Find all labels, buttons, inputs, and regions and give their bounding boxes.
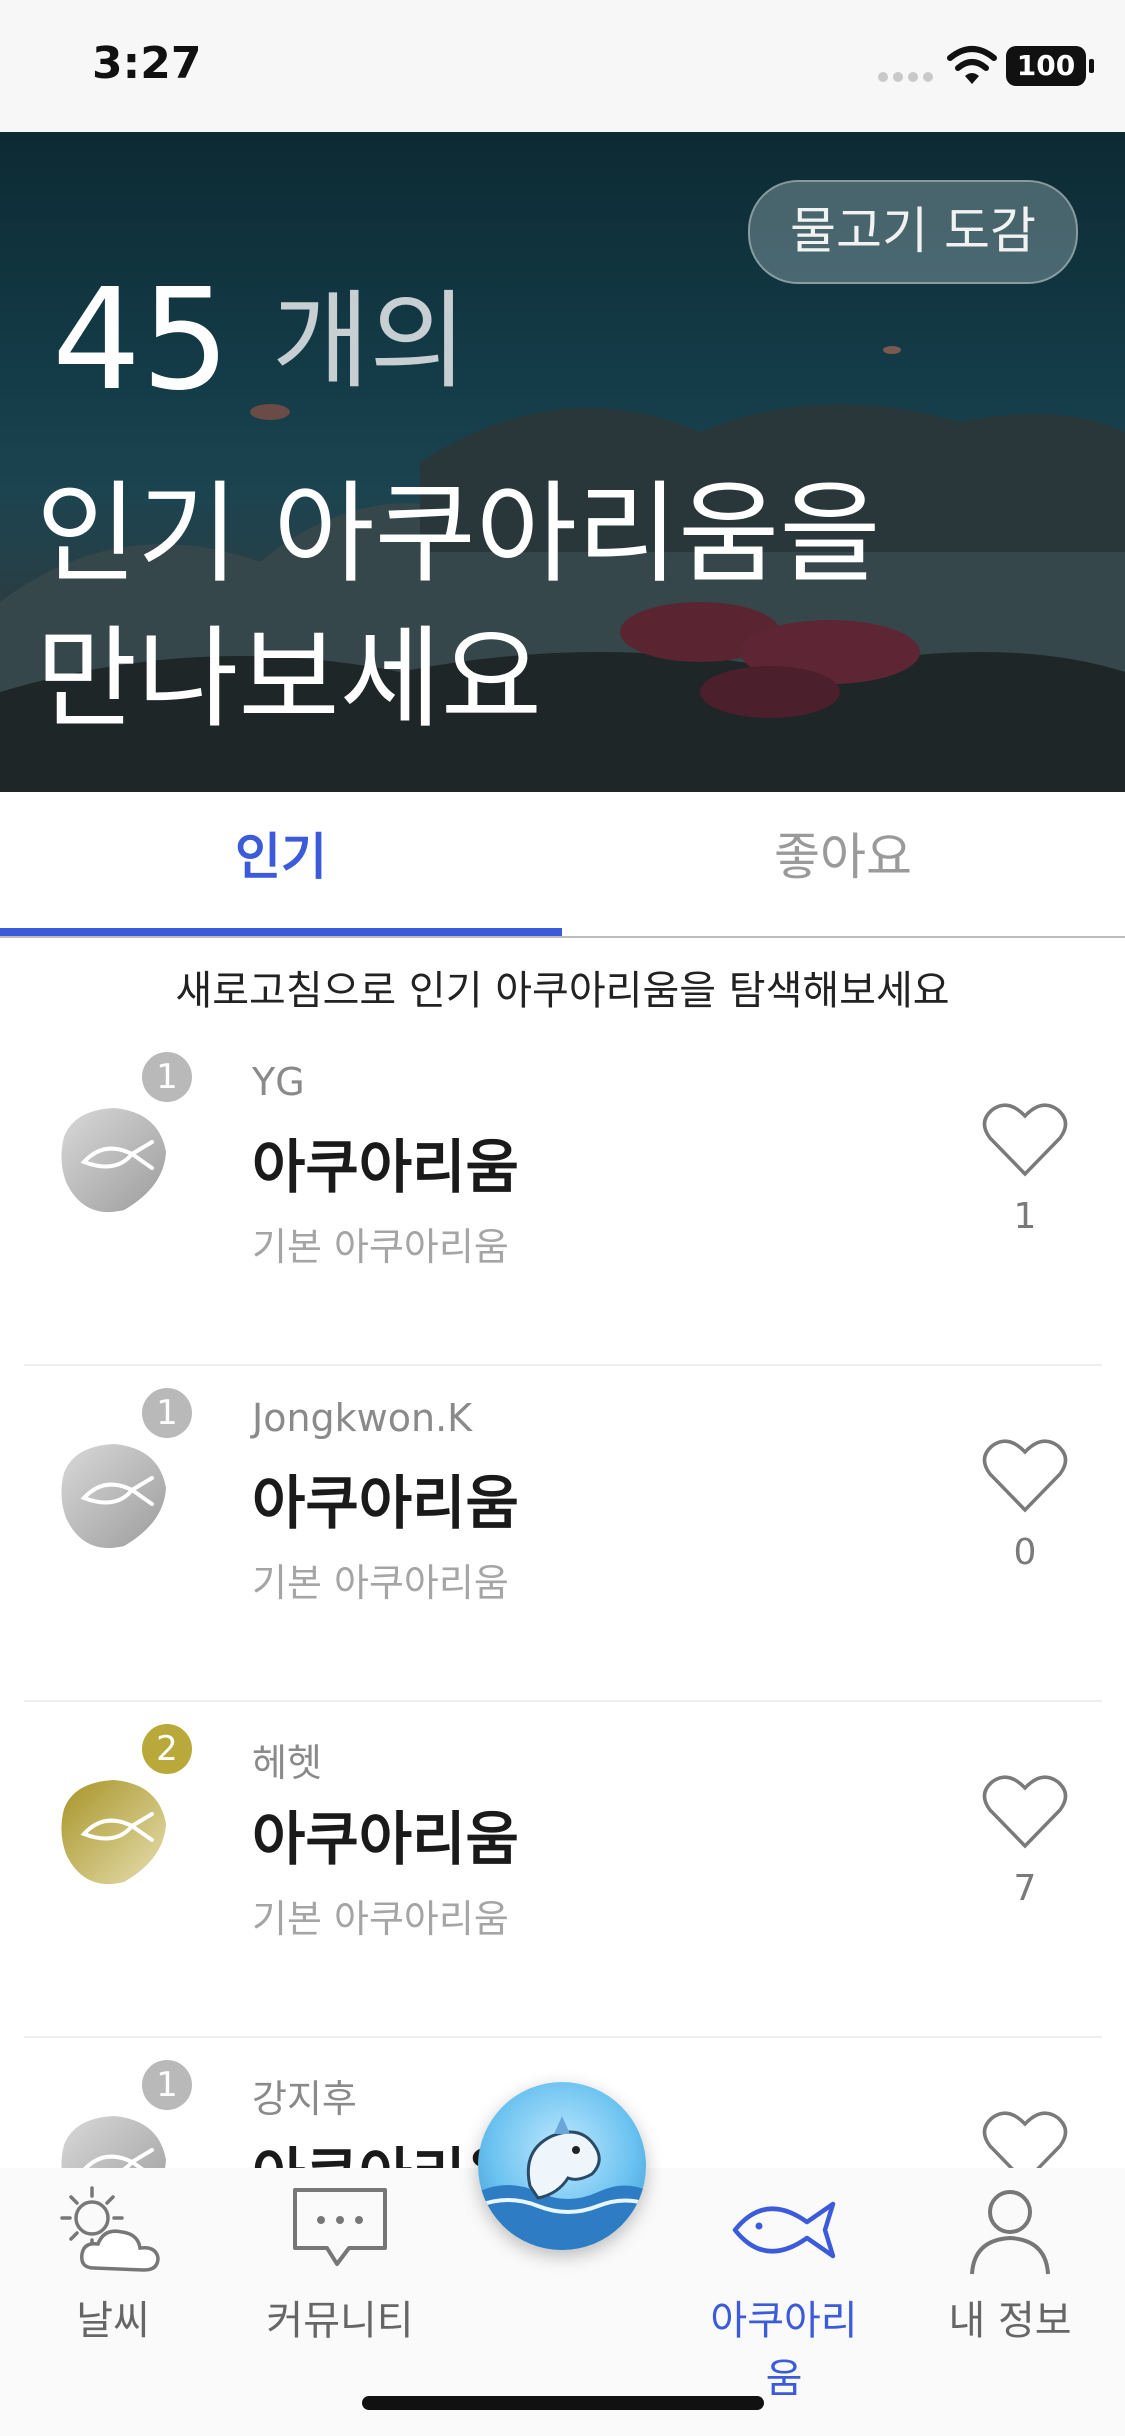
aquarium-type: 기본 아쿠아리움 <box>252 1225 509 1269</box>
heart-icon[interactable] <box>982 1772 1068 1850</box>
battery-icon: 100 <box>1006 46 1094 86</box>
rank-badge: 1 <box>142 2060 192 2110</box>
fish-badge-icon <box>61 1780 166 1885</box>
rank-badge: 1 <box>142 1052 192 1102</box>
nav-community-label: 커뮤니티 <box>266 2298 414 2344</box>
home-indicator <box>362 2396 764 2410</box>
aquarium-type: 기본 아쿠아리움 <box>252 1561 509 1605</box>
heart-icon[interactable] <box>982 1436 1068 1514</box>
aquarium-count-unit: 개의 <box>272 280 468 403</box>
list-item[interactable]: 1 YG 아쿠아리움 기본 아쿠아리움 1 <box>0 1030 1125 1366</box>
status-time: 3:27 <box>92 38 202 89</box>
nav-my-info-label: 내 정보 <box>948 2298 1072 2344</box>
nav-community[interactable]: 커뮤니티 <box>254 2182 426 2346</box>
cellular-signal-icon <box>878 72 934 84</box>
owner-name: 강지후 <box>252 2077 357 2121</box>
rank-badge: 2 <box>142 1724 192 1774</box>
wifi-icon <box>947 46 997 84</box>
nav-my-info[interactable]: 내 정보 <box>940 2182 1080 2346</box>
aquarium-count: 45 <box>52 259 231 422</box>
nav-aquarium[interactable]: 아쿠아리움 <box>700 2182 868 2404</box>
aquarium-name: 아쿠아리움 <box>252 1805 519 1873</box>
chat-bubble-icon <box>293 2188 387 2266</box>
aquarium-name: 아쿠아리움 <box>252 1133 519 1201</box>
aquarium-type: 기본 아쿠아리움 <box>252 1897 509 1941</box>
nav-weather[interactable]: 날씨 <box>44 2182 182 2346</box>
profile-icon <box>970 2190 1050 2275</box>
status-bar: 3:27 100 <box>0 0 1125 132</box>
fish-badge-icon <box>61 2116 166 2170</box>
dolphin-home-button[interactable] <box>478 2082 646 2250</box>
aquarium-list[interactable]: 1 YG 아쿠아리움 기본 아쿠아리움 1 1 Jongkwon.K 아쿠아리움… <box>0 1030 1125 2170</box>
nav-weather-label: 날씨 <box>76 2298 150 2344</box>
tab-active-indicator <box>0 928 562 936</box>
list-item[interactable]: 1 Jongkwon.K 아쿠아리움 기본 아쿠아리움 0 <box>0 1366 1125 1702</box>
fish-badge-icon <box>61 1444 166 1549</box>
dolphin-icon <box>478 2116 646 2250</box>
like-count: 1 <box>1013 1196 1037 1237</box>
owner-name: 헤헷 <box>252 1741 322 1785</box>
like-count: 0 <box>1013 1532 1037 1573</box>
aquarium-name: 아쿠아리움 <box>252 1469 519 1537</box>
fish-guide-button[interactable]: 물고기 도감 <box>748 180 1078 284</box>
hero-title: 인기 아쿠아리움을 만나보세요 <box>36 462 1086 752</box>
tab-bar: 인기 좋아요 <box>0 792 1125 938</box>
heart-icon[interactable] <box>982 1100 1068 1178</box>
owner-name: YG <box>252 1060 305 1104</box>
hero-title-line2: 만나보세요 <box>36 615 542 743</box>
fish-icon <box>732 2201 836 2259</box>
refresh-hint: 새로고침으로 인기 아쿠아리움을 탐색해보세요 <box>175 968 950 1014</box>
hero-title-line1: 인기 아쿠아리움을 <box>36 470 881 598</box>
rank-badge: 1 <box>142 1388 192 1438</box>
owner-name: Jongkwon.K <box>252 1396 473 1440</box>
list-item[interactable]: 2 헤헷 아쿠아리움 기본 아쿠아리움 7 <box>0 1702 1125 2038</box>
nav-aquarium-label: 아쿠아리움 <box>710 2298 858 2402</box>
hero-banner: 물고기 도감 45 개의 인기 아쿠아리움을 만나보세요 <box>0 132 1125 792</box>
tab-liked[interactable]: 좋아요 <box>562 792 1124 936</box>
weather-icon <box>60 2186 160 2272</box>
like-count: 7 <box>1013 1868 1037 1909</box>
fish-badge-icon <box>61 1108 166 1213</box>
tab-popular[interactable]: 인기 <box>0 792 562 936</box>
heart-icon[interactable] <box>982 2108 1068 2170</box>
